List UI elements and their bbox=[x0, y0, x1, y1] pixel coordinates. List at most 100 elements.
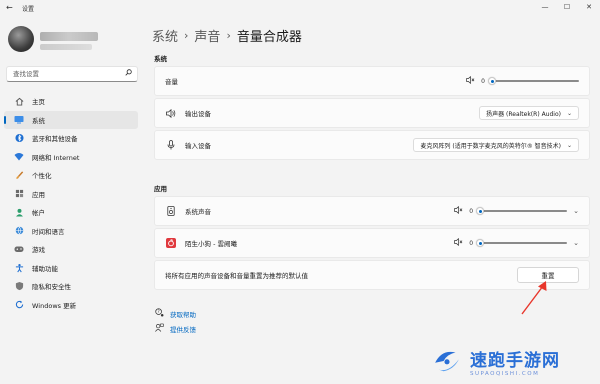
app-name: 陌生小狗 - 雲阙曦 bbox=[185, 240, 237, 248]
sidebar-item-apps[interactable]: 应用 bbox=[4, 185, 138, 203]
window-title: 设置 bbox=[22, 6, 35, 13]
watermark-subtitle: SUPAOQISHI.COM bbox=[470, 370, 540, 377]
volume-slider[interactable]: 0 bbox=[466, 75, 579, 86]
sidebar-item-bluetooth[interactable]: 蓝牙和其他设备 bbox=[4, 129, 138, 147]
sidebar-item-system[interactable]: 系统 bbox=[4, 110, 138, 129]
volume-value: 0 bbox=[481, 77, 485, 85]
sidebar-item-label: 主页 bbox=[32, 98, 45, 106]
home-icon bbox=[14, 96, 24, 106]
search-icon[interactable] bbox=[125, 69, 132, 78]
app-volume-track[interactable] bbox=[476, 207, 568, 215]
minimize-button[interactable]: — bbox=[534, 0, 556, 14]
chevron-right-icon: › bbox=[226, 29, 231, 42]
bluetooth-icon bbox=[14, 133, 24, 143]
sidebar-item-label: 辅助功能 bbox=[32, 264, 58, 273]
app-volume-track[interactable] bbox=[476, 239, 568, 247]
input-device-card: 输入设备 麦克风阵列 (适用于数字麦克风的英特尔® 智音技术) ⌄ bbox=[154, 130, 590, 160]
speaker-muted-icon[interactable] bbox=[454, 237, 463, 248]
sidebar-item-home[interactable]: 主页 bbox=[4, 92, 138, 110]
globe-icon bbox=[14, 226, 24, 236]
watermark-logo-icon bbox=[435, 351, 459, 372]
app-volume-thumb[interactable] bbox=[476, 207, 485, 215]
update-icon bbox=[14, 300, 24, 310]
help-icon: ? bbox=[154, 308, 164, 319]
watermark: 速跑手游网 SUPAOQISHI.COM bbox=[430, 338, 600, 384]
app-volume-value: 0 bbox=[469, 207, 474, 215]
title-bar: ← 设置 — ☐ ✕ bbox=[0, 0, 600, 14]
app-volume-slider[interactable]: 0 bbox=[454, 237, 568, 248]
watermark-title: 速跑手游网 bbox=[470, 350, 560, 371]
volume-label: 音量 bbox=[165, 78, 178, 86]
sidebar-item-privacy[interactable]: 隐私和安全性 bbox=[4, 277, 138, 295]
speaker-device-icon bbox=[165, 206, 177, 216]
speaker-icon bbox=[165, 108, 177, 118]
account-icon bbox=[14, 207, 24, 217]
breadcrumb-sound[interactable]: 声音 bbox=[194, 26, 220, 45]
chevron-right-icon: › bbox=[184, 29, 189, 42]
sidebar-nav: 主页 系统 蓝牙和其他设备 网络和 Internet 个性化 应用 帐户 时间和… bbox=[4, 92, 138, 314]
close-button[interactable]: ✕ bbox=[578, 0, 600, 14]
window-controls: — ☐ ✕ bbox=[534, 0, 600, 14]
sidebar-item-label: 游戏 bbox=[32, 246, 45, 254]
sidebar-item-label: 个性化 bbox=[32, 172, 52, 180]
sidebar-item-personalization[interactable]: 个性化 bbox=[4, 166, 138, 184]
input-device-label: 输入设备 bbox=[185, 142, 211, 150]
app-volume-slider[interactable]: 0 bbox=[454, 205, 568, 216]
sidebar-item-label: 网络和 Internet bbox=[32, 153, 80, 162]
avatar[interactable] bbox=[8, 26, 34, 52]
sidebar-item-accessibility[interactable]: 辅助功能 bbox=[4, 259, 138, 277]
back-arrow-icon[interactable]: ← bbox=[6, 3, 13, 12]
output-device-select[interactable]: 扬声器 (Realtek(R) Audio) ⌄ bbox=[479, 106, 579, 120]
breadcrumb: 系统 › 声音 › 音量合成器 bbox=[152, 26, 302, 45]
accessibility-icon bbox=[14, 263, 24, 273]
sidebar-item-label: 时间和语言 bbox=[32, 227, 65, 236]
app-volume-row[interactable]: 系统声音 0 ⌄ bbox=[154, 196, 590, 226]
gaming-icon bbox=[14, 244, 24, 254]
app-volume-thumb[interactable] bbox=[476, 239, 485, 247]
maximize-button[interactable]: ☐ bbox=[556, 0, 578, 14]
feedback-icon bbox=[154, 323, 164, 334]
speaker-muted-icon[interactable] bbox=[454, 205, 463, 216]
sidebar-item-accounts[interactable]: 帐户 bbox=[4, 203, 138, 221]
sidebar-item-network[interactable]: 网络和 Internet bbox=[4, 148, 138, 166]
main-content: 系统 › 声音 › 音量合成器 系统 音量 0 输出设备 扬声器 (Realte… bbox=[146, 14, 600, 384]
app-name: 系统声音 bbox=[185, 208, 211, 216]
breadcrumb-system[interactable]: 系统 bbox=[152, 26, 178, 45]
app-volume-value: 0 bbox=[469, 239, 474, 247]
get-help-link[interactable]: ? 获取帮助 bbox=[154, 308, 196, 319]
app-volume-row[interactable]: 陌生小狗 - 雲阙曦 0 ⌄ bbox=[154, 228, 590, 258]
search-input[interactable] bbox=[7, 67, 123, 81]
input-device-select[interactable]: 麦克风阵列 (适用于数字麦克风的英特尔® 智音技术) ⌄ bbox=[413, 138, 579, 152]
reset-card: 将所有应用的声音设备和音量重置为推荐的默认值 重置 bbox=[154, 260, 590, 290]
input-device-value: 麦克风阵列 (适用于数字麦克风的英特尔® 智音技术) bbox=[420, 142, 561, 150]
svg-text:?: ? bbox=[157, 309, 159, 314]
chevron-down-icon: ⌄ bbox=[566, 109, 572, 117]
sidebar: 主页 系统 蓝牙和其他设备 网络和 Internet 个性化 bbox=[0, 14, 146, 384]
give-feedback-label[interactable]: 提供反馈 bbox=[170, 324, 196, 334]
brush-icon bbox=[14, 170, 24, 180]
give-feedback-link[interactable]: 提供反馈 bbox=[154, 323, 196, 334]
shield-icon bbox=[14, 281, 24, 291]
section-heading-apps: 应用 bbox=[154, 185, 167, 193]
netease-music-icon bbox=[165, 238, 177, 248]
chevron-down-icon[interactable]: ⌄ bbox=[573, 207, 579, 215]
sidebar-item-windows-update[interactable]: Windows 更新 bbox=[4, 296, 138, 314]
sidebar-item-label: 帐户 bbox=[32, 209, 45, 217]
wifi-icon bbox=[14, 152, 24, 162]
sidebar-item-gaming[interactable]: 游戏 bbox=[4, 240, 138, 258]
volume-thumb[interactable] bbox=[488, 77, 496, 85]
sidebar-item-time-language[interactable]: 时间和语言 bbox=[4, 222, 138, 240]
volume-card: 音量 0 bbox=[154, 66, 590, 96]
chevron-down-icon[interactable]: ⌄ bbox=[573, 239, 579, 247]
section-heading-system: 系统 bbox=[154, 55, 167, 63]
speaker-muted-icon[interactable] bbox=[466, 75, 475, 86]
get-help-label[interactable]: 获取帮助 bbox=[170, 309, 196, 319]
user-name-blurred bbox=[40, 32, 98, 41]
search-box[interactable] bbox=[6, 66, 138, 82]
page-title: 音量合成器 bbox=[236, 30, 302, 45]
user-email-blurred bbox=[40, 44, 92, 50]
sidebar-item-label: 系统 bbox=[32, 116, 45, 125]
reset-button[interactable]: 重置 bbox=[517, 267, 579, 283]
volume-track[interactable] bbox=[488, 77, 579, 85]
reset-description: 将所有应用的声音设备和音量重置为推荐的默认值 bbox=[165, 272, 308, 280]
